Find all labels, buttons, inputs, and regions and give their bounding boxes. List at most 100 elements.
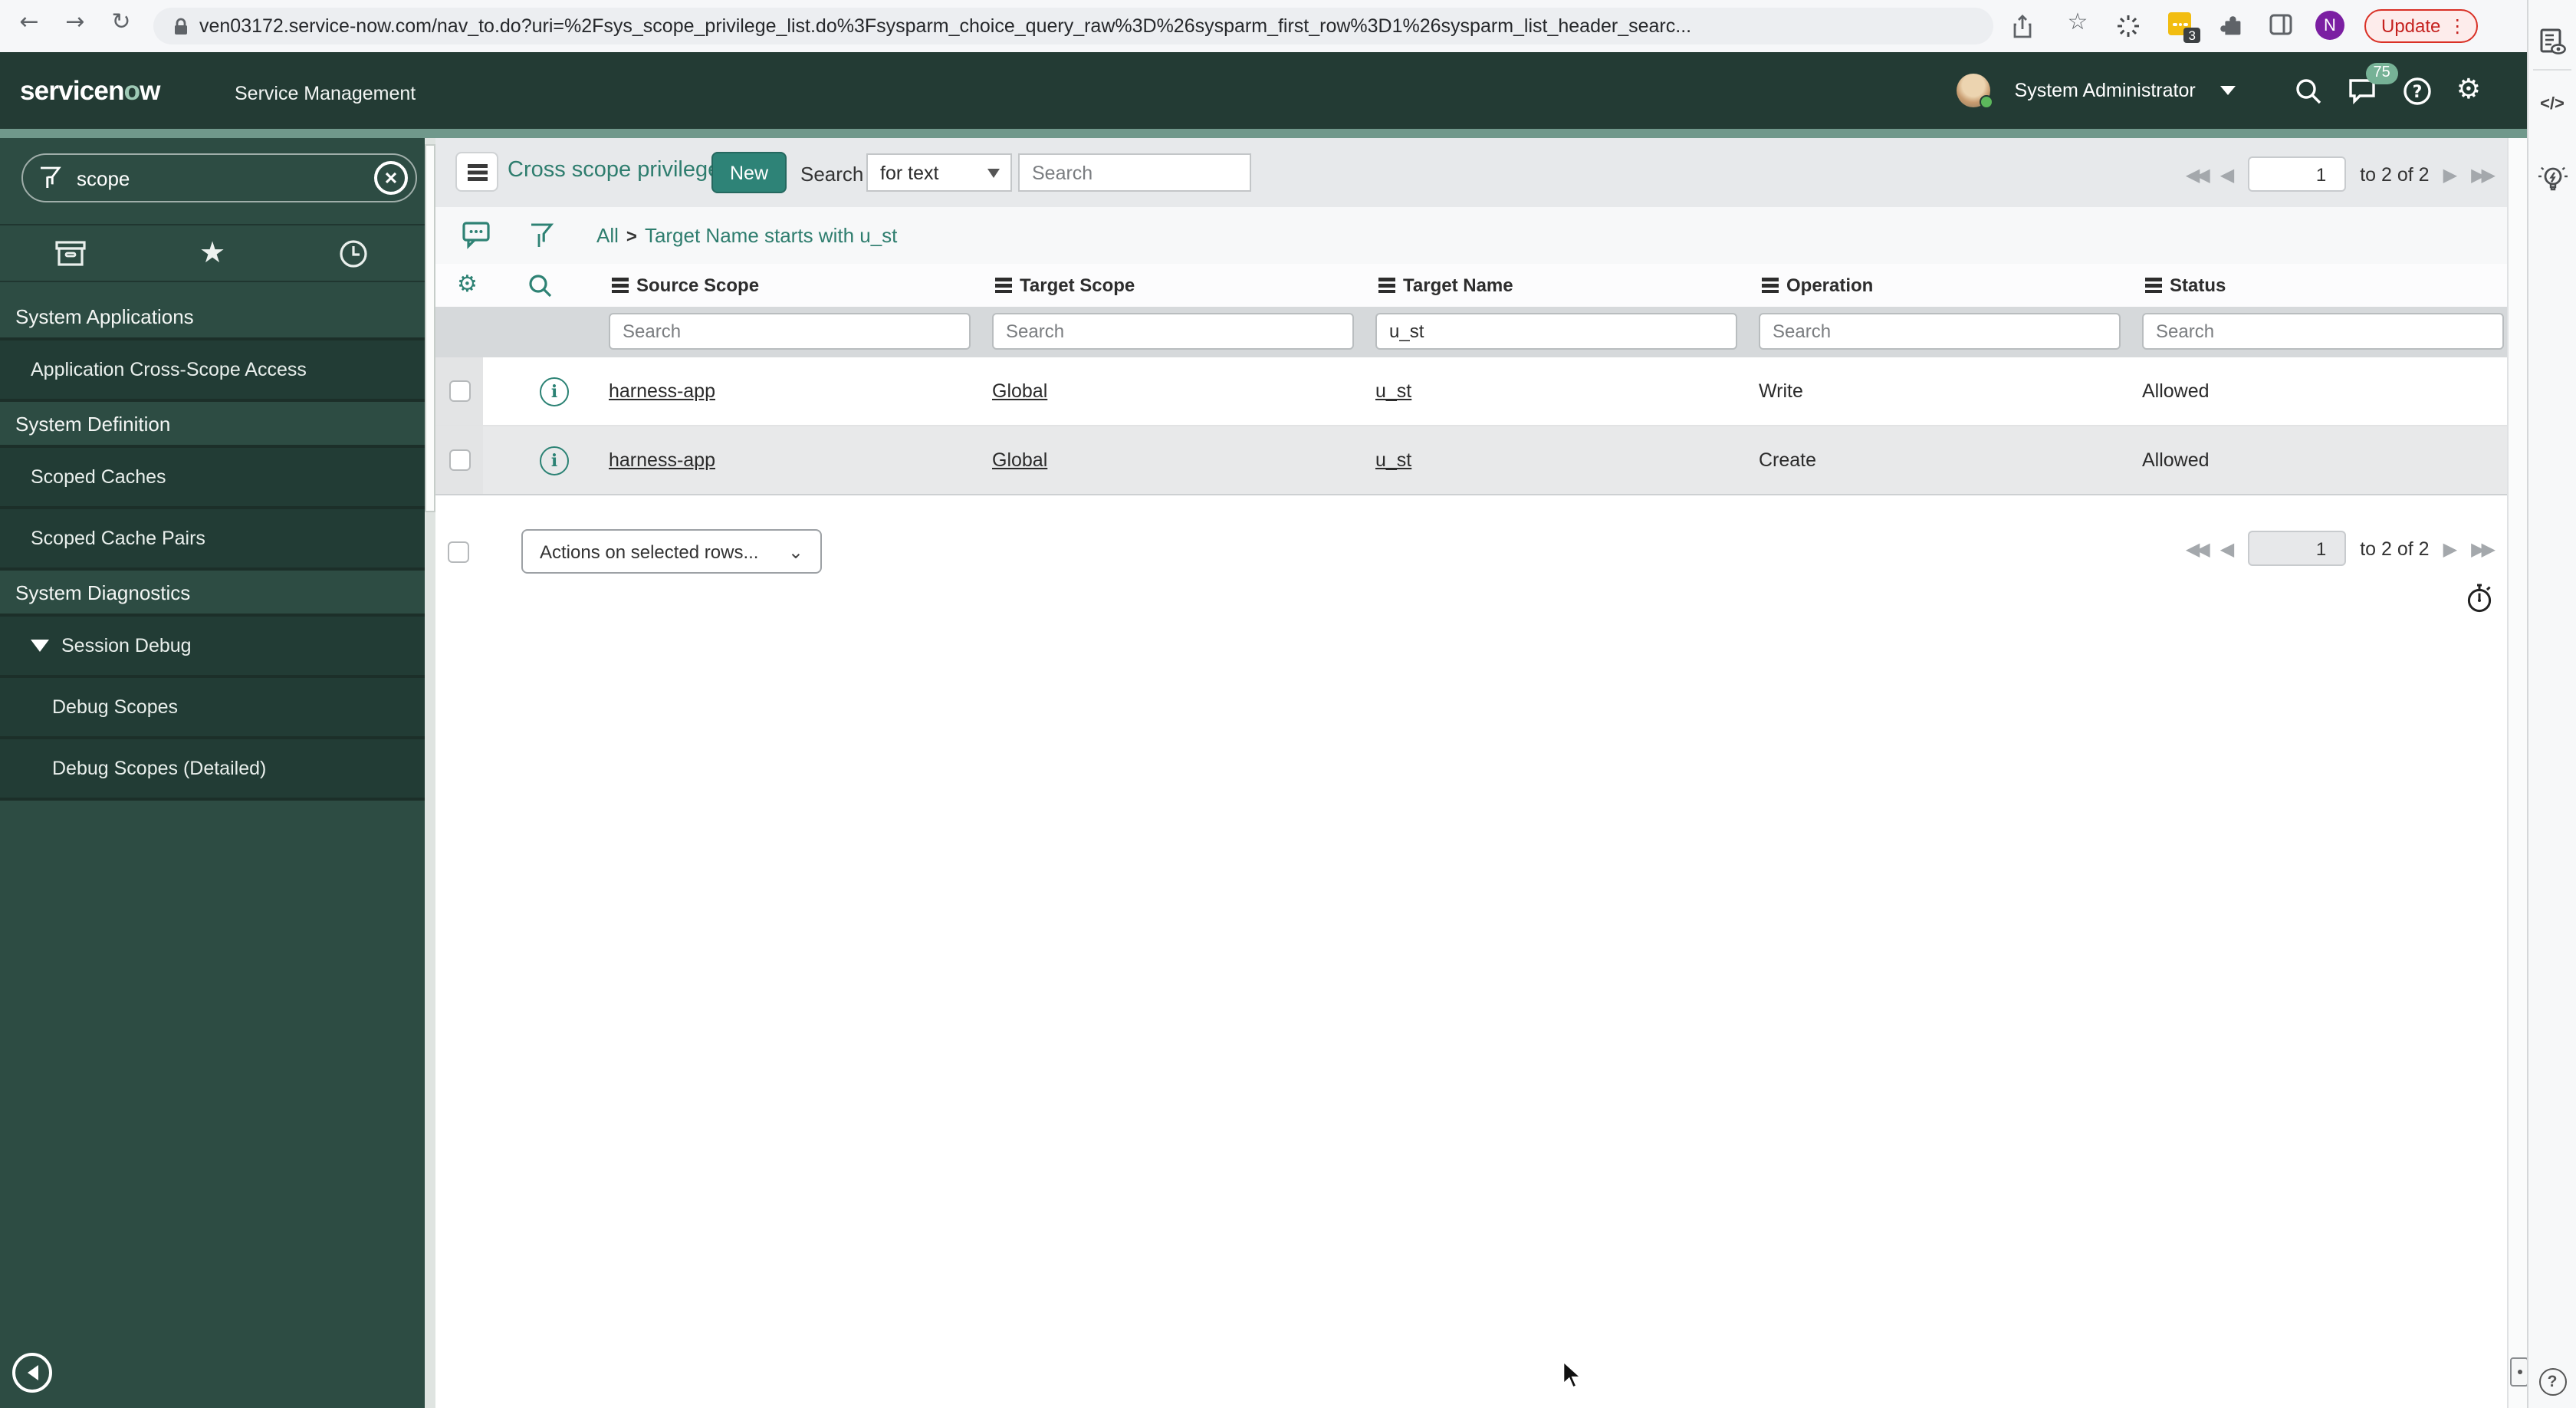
browser-profile-avatar[interactable]: N bbox=[2315, 11, 2344, 40]
extension-badge: 3 bbox=[2183, 28, 2200, 43]
tab-all-applications[interactable] bbox=[0, 240, 142, 266]
collapse-sidebar-button[interactable] bbox=[12, 1353, 52, 1393]
info-icon[interactable]: i bbox=[540, 446, 569, 475]
column-header-target-name[interactable]: Target Name bbox=[1378, 275, 1513, 296]
main-scrollbar[interactable] bbox=[2507, 138, 2528, 1408]
user-caret-icon[interactable] bbox=[2220, 86, 2236, 95]
right-icon-rail: </> ? bbox=[2527, 0, 2576, 1408]
info-icon[interactable]: i bbox=[540, 377, 569, 406]
column-menu-icon[interactable] bbox=[1762, 278, 1779, 293]
settings-gear-icon[interactable]: ⚙ bbox=[2456, 76, 2481, 104]
address-bar[interactable]: ven03172.service-now.com/nav_to.do?uri=%… bbox=[153, 8, 1993, 44]
rail-divider bbox=[2533, 69, 2571, 71]
browser-back-icon[interactable]: ← bbox=[12, 10, 46, 34]
page-number-input[interactable] bbox=[2248, 156, 2347, 192]
sidebar-section-system-definition[interactable]: System Definition bbox=[0, 402, 425, 448]
column-menu-icon[interactable] bbox=[995, 278, 1012, 293]
record-watcher-icon[interactable] bbox=[2528, 28, 2576, 57]
filter-target-name[interactable] bbox=[1375, 313, 1737, 350]
sidebar-item-application-cross-scope-access[interactable]: Application Cross-Scope Access bbox=[0, 340, 425, 402]
tab-favorites-star-icon[interactable]: ★ bbox=[142, 238, 284, 268]
sidebar-item-scoped-cache-pairs[interactable]: Scoped Cache Pairs bbox=[0, 509, 425, 571]
list-context-menu-button[interactable] bbox=[455, 152, 498, 192]
row-checkbox[interactable] bbox=[449, 380, 470, 402]
bookmark-star-icon[interactable]: ☆ bbox=[2061, 10, 2095, 34]
last-page-icon[interactable]: ▶▶ bbox=[2471, 539, 2496, 558]
list-search-input[interactable] bbox=[1018, 153, 1251, 192]
tab-history-clock-icon[interactable] bbox=[283, 239, 425, 268]
last-page-icon[interactable]: ▶▶ bbox=[2471, 165, 2496, 183]
navigator-tabs: ★ bbox=[0, 224, 425, 282]
breadcrumb-filter-icon[interactable] bbox=[529, 222, 554, 249]
conversations-icon[interactable]: 75 bbox=[2348, 62, 2398, 105]
list-chat-icon[interactable] bbox=[462, 221, 492, 250]
extension-yellow-icon[interactable]: 3 bbox=[2168, 12, 2202, 43]
record-link[interactable]: Global bbox=[992, 380, 1047, 402]
filter-status[interactable] bbox=[2142, 313, 2504, 350]
column-header-operation[interactable]: Operation bbox=[1762, 275, 1873, 296]
record-link[interactable]: u_st bbox=[1375, 449, 1411, 471]
share-icon[interactable] bbox=[2012, 14, 2045, 38]
clear-search-icon[interactable]: ✕ bbox=[374, 161, 408, 195]
sidebar-item-scoped-caches[interactable]: Scoped Caches bbox=[0, 448, 425, 509]
sidebar-item-debug-scopes-detailed[interactable]: Debug Scopes (Detailed) bbox=[0, 739, 425, 801]
breadcrumb-all[interactable]: All bbox=[596, 224, 619, 247]
xplore-code-icon[interactable]: </> bbox=[2528, 95, 2576, 113]
rail-help-icon[interactable]: ? bbox=[2528, 1368, 2576, 1396]
first-page-icon[interactable]: ◀◀ bbox=[2186, 539, 2210, 558]
record-link[interactable]: harness-app bbox=[609, 380, 715, 402]
row-checkbox[interactable] bbox=[449, 449, 470, 471]
sidebar-section-system-diagnostics[interactable]: System Diagnostics bbox=[0, 571, 425, 617]
column-header-target-scope[interactable]: Target Scope bbox=[995, 275, 1135, 296]
record-link[interactable]: u_st bbox=[1375, 380, 1411, 402]
column-menu-icon[interactable] bbox=[612, 278, 629, 293]
select-all-checkbox[interactable] bbox=[448, 541, 469, 563]
help-icon[interactable]: ? bbox=[2403, 76, 2432, 105]
next-page-icon[interactable]: ▶ bbox=[2443, 539, 2457, 558]
column-header-source-scope[interactable]: Source Scope bbox=[612, 275, 759, 296]
browser-menu-icon[interactable]: ⋮ bbox=[2448, 17, 2466, 35]
user-avatar[interactable] bbox=[1956, 74, 1993, 109]
first-page-icon[interactable]: ◀◀ bbox=[2186, 165, 2210, 183]
side-panel-icon[interactable] bbox=[2269, 14, 2303, 35]
filter-operation[interactable] bbox=[1759, 313, 2121, 350]
sidebar-scrollbar[interactable] bbox=[425, 138, 435, 1408]
actions-dropdown[interactable]: Actions on selected rows... ⌄ bbox=[521, 529, 822, 574]
response-time-icon[interactable] bbox=[2466, 583, 2495, 614]
filter-source-scope[interactable] bbox=[609, 313, 971, 350]
list-settings-gear-icon[interactable]: ⚙ bbox=[457, 272, 478, 296]
page-number-input[interactable] bbox=[2248, 531, 2347, 566]
extensions-puzzle-icon[interactable] bbox=[2220, 14, 2254, 38]
global-search-icon[interactable] bbox=[2294, 76, 2323, 105]
browser-update-button[interactable]: Update ⋮ bbox=[2364, 9, 2478, 43]
select-caret-icon bbox=[987, 169, 1000, 178]
list-title[interactable]: Cross scope privileges bbox=[508, 158, 731, 183]
pagination-bottom: ◀◀ ◀ to 2 of 2 ▶ ▶▶ bbox=[2186, 531, 2496, 566]
next-page-icon[interactable]: ▶ bbox=[2443, 165, 2457, 183]
new-button[interactable]: New bbox=[711, 152, 787, 193]
sidebar-item-session-debug[interactable]: Session Debug bbox=[0, 617, 425, 678]
search-type-select[interactable]: for text bbox=[866, 153, 1012, 192]
extension-spinner-icon[interactable] bbox=[2116, 14, 2150, 38]
navigator-search[interactable]: ✕ bbox=[21, 153, 417, 202]
sidebar-item-debug-scopes[interactable]: Debug Scopes bbox=[0, 678, 425, 739]
scrollbar-end-handle[interactable] bbox=[2510, 1357, 2528, 1387]
column-menu-icon[interactable] bbox=[1378, 278, 1395, 293]
column-menu-icon[interactable] bbox=[2145, 278, 2162, 293]
column-search-icon[interactable] bbox=[527, 273, 554, 299]
idea-lightbulb-icon[interactable] bbox=[2528, 163, 2576, 196]
sidebar-section-system-applications[interactable]: System Applications bbox=[0, 294, 425, 340]
browser-reload-icon[interactable]: ↻ bbox=[104, 10, 138, 34]
record-link[interactable]: harness-app bbox=[609, 449, 715, 471]
user-menu[interactable]: System Administrator bbox=[2015, 80, 2196, 101]
navigator-search-input[interactable] bbox=[74, 165, 340, 191]
breadcrumb-filter[interactable]: Target Name starts with u_st bbox=[645, 224, 897, 247]
browser-forward-icon[interactable]: → bbox=[58, 10, 92, 34]
lock-icon bbox=[172, 17, 190, 37]
prev-page-icon[interactable]: ◀ bbox=[2220, 539, 2234, 558]
expand-caret-icon[interactable] bbox=[31, 640, 49, 652]
prev-page-icon[interactable]: ◀ bbox=[2220, 165, 2234, 183]
record-link[interactable]: Global bbox=[992, 449, 1047, 471]
column-header-status[interactable]: Status bbox=[2145, 275, 2226, 296]
filter-target-scope[interactable] bbox=[992, 313, 1354, 350]
